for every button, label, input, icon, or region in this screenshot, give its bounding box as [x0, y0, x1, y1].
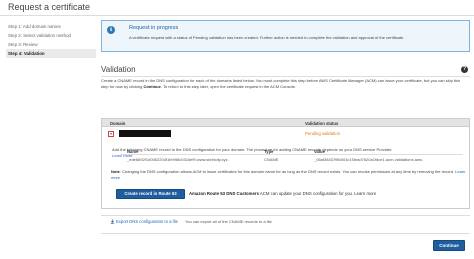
export-divider — [101, 215, 470, 216]
page-header: Request a certificate — [0, 0, 474, 16]
info-text: A certificate request with a status of P… — [129, 35, 405, 40]
column-type: Type — [264, 148, 274, 154]
column-value: Value — [314, 148, 325, 154]
section-divider — [101, 76, 470, 77]
export-dns-link[interactable]: Export DNS configuration to a file — [110, 219, 178, 224]
cname-table: Name Type Value _ede6692f1d0052204f1fe99… — [121, 147, 463, 165]
footer-divider — [101, 233, 470, 234]
cname-name[interactable]: _ede6692f1d0052204f1fe998c0316ef9.www.st… — [127, 157, 229, 162]
create-record-route53-button[interactable]: Create record in Route 53 — [116, 189, 185, 199]
validation-intro: Create a CNAME record in the DNS configu… — [101, 78, 461, 89]
validation-title: Validation — [101, 65, 136, 74]
page-title: Request a certificate — [8, 2, 91, 12]
step-select-validation[interactable]: Step 2: Select validation method — [6, 31, 96, 40]
step-validation[interactable]: Step 4: Validation — [6, 49, 96, 58]
cname-value[interactable]: _06af38437f8b003c1f3ead7620a1fdce1.acm-v… — [314, 157, 423, 162]
route53-info: Amazon Route 53 DNS Customers ACM can up… — [189, 191, 377, 196]
continue-button[interactable]: Continue — [433, 240, 465, 251]
validation-table-header: Domain Validation status — [102, 119, 469, 127]
info-banner: i Request in progress A certificate requ… — [101, 20, 470, 52]
collapse-toggle-icon[interactable]: ▾ — [108, 130, 114, 137]
main-content: i Request in progress A certificate requ… — [101, 20, 470, 209]
cname-table-header: Name Type Value — [121, 147, 463, 155]
cname-type: CNAME — [264, 156, 279, 162]
wizard-steps: Step 1: Add domain names Step 2: Select … — [6, 22, 96, 58]
info-title: Request in progress — [129, 25, 179, 31]
column-name: Name — [127, 148, 139, 154]
table-row: ▾ Pending validation — [102, 128, 469, 140]
step-add-domains[interactable]: Step 1: Add domain names — [6, 22, 96, 31]
download-icon — [110, 219, 115, 224]
export-description: You can export all of the CNAME records … — [185, 219, 272, 224]
info-icon: i — [107, 26, 115, 34]
status-badge: Pending validation — [305, 131, 341, 136]
redacted-domain — [119, 130, 171, 137]
dns-note: Note: Changing the DNS configuration all… — [111, 169, 466, 180]
column-domain: Domain — [110, 120, 126, 126]
help-icon[interactable]: ? — [461, 66, 468, 73]
column-validation-status: Validation status — [305, 120, 339, 126]
cname-row: _ede6692f1d0052204f1fe998c0316ef9.www.st… — [121, 155, 463, 164]
step-review[interactable]: Step 3: Review — [6, 40, 96, 49]
